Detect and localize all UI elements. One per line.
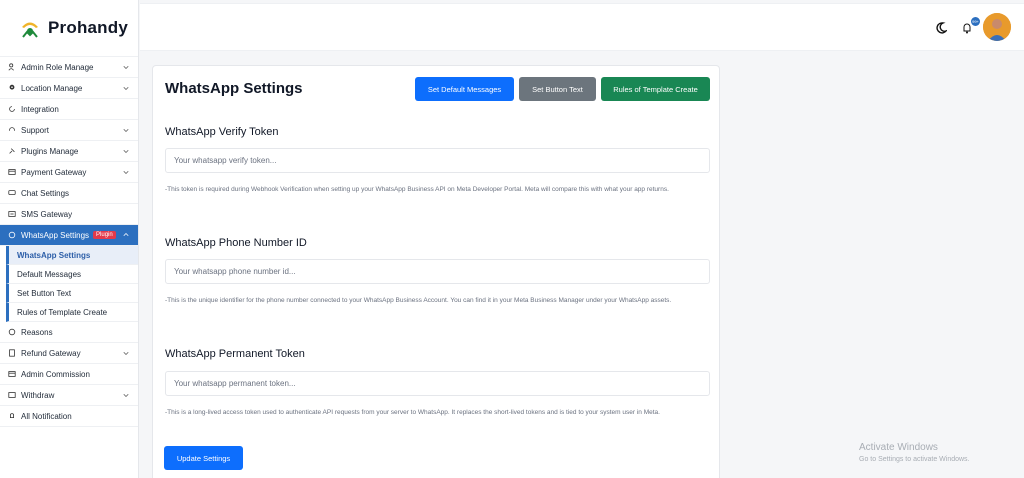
phone-number-id-input[interactable] <box>165 259 710 284</box>
sidebar-item-label: All Notification <box>21 411 72 421</box>
sidebar-item-label: Support <box>21 125 50 135</box>
plugin-badge: Plugin <box>93 231 116 240</box>
sidebar-item-all-notification[interactable]: All Notification <box>0 406 138 427</box>
sidebar-item-admin-role-manage[interactable]: Admin Role Manage <box>0 57 138 78</box>
sidebar-item-withdraw[interactable]: Withdraw <box>0 385 138 406</box>
topbar: 99+ <box>140 3 1024 51</box>
receipt-icon <box>7 349 16 358</box>
plug-icon <box>7 147 16 156</box>
wallet-icon <box>7 391 16 400</box>
whatsapp-icon <box>7 231 16 240</box>
sidebar-item-refund-gateway[interactable]: Refund Gateway <box>0 343 138 364</box>
sidebar-item-sms-gateway[interactable]: SMS Gateway <box>0 204 138 225</box>
notification-count-badge: 99+ <box>971 17 980 26</box>
sidebar-item-label: Withdraw <box>21 390 55 400</box>
subnav-item-rules-of-template-create[interactable]: Rules of Template Create <box>6 303 138 322</box>
set-button-text-button[interactable]: Set Button Text <box>519 77 596 101</box>
support-icon <box>7 126 16 135</box>
bell-icon <box>7 412 16 421</box>
sidebar-item-support[interactable]: Support <box>0 120 138 141</box>
permanent-token-help: -This is a long-lived access token used … <box>165 409 660 416</box>
phone-number-id-help: -This is the unique identifier for the p… <box>165 297 672 304</box>
chevron-down-icon <box>122 63 130 71</box>
permanent-token-input[interactable] <box>165 371 710 396</box>
whatsapp-settings-card: WhatsApp Settings Set Default Messages S… <box>152 65 720 478</box>
sidebar-item-label: Admin Role Manage <box>21 62 94 72</box>
sidebar-item-label: Reasons <box>21 327 53 337</box>
info-icon <box>7 328 16 337</box>
sidebar-item-label: Integration <box>21 104 59 114</box>
user-avatar-icon <box>983 13 1011 41</box>
activate-windows-title: Activate Windows <box>859 442 938 453</box>
sidebar-item-integration[interactable]: Integration <box>0 99 138 120</box>
card-icon <box>7 168 16 177</box>
chevron-down-icon <box>122 84 130 92</box>
dark-mode-toggle-icon[interactable] <box>935 22 947 34</box>
chevron-down-icon <box>122 168 130 176</box>
sidebar-item-label: Payment Gateway <box>21 167 87 177</box>
sidebar-item-plugins-manage[interactable]: Plugins Manage <box>0 141 138 162</box>
set-default-messages-button[interactable]: Set Default Messages <box>415 77 514 101</box>
chat-icon <box>7 189 16 198</box>
rules-of-template-create-button[interactable]: Rules of Template Create <box>601 77 710 101</box>
activate-windows-subtitle: Go to Settings to activate Windows. <box>859 456 970 463</box>
notification-bell-icon[interactable] <box>962 22 972 34</box>
prohandy-logo-icon <box>22 22 38 38</box>
message-icon <box>7 210 16 219</box>
sidebar-item-label: Location Manage <box>21 83 83 93</box>
phone-number-id-label: WhatsApp Phone Number ID <box>165 237 307 249</box>
verify-token-help: -This token is required during Webhook V… <box>165 186 669 193</box>
sidebar-item-label: SMS Gateway <box>21 209 73 219</box>
sidebar-item-label: Admin Commission <box>21 369 90 379</box>
sidebar-item-label: Chat Settings <box>21 188 70 198</box>
chevron-down-icon <box>122 126 130 134</box>
sidebar-item-label: Refund Gateway <box>21 348 81 358</box>
sidebar-item-location-manage[interactable]: Location Manage <box>0 78 138 99</box>
subnav-item-whatsapp-settings[interactable]: WhatsApp Settings <box>6 246 138 265</box>
users-icon <box>7 63 16 72</box>
page-title: WhatsApp Settings <box>165 80 303 97</box>
sidebar-item-label: WhatsApp Settings <box>21 230 90 240</box>
location-icon <box>7 84 16 93</box>
sidebar-item-payment-gateway[interactable]: Payment Gateway <box>0 162 138 183</box>
subnav-item-default-messages[interactable]: Default Messages <box>6 265 138 284</box>
verify-token-input[interactable] <box>165 148 710 173</box>
sidebar-item-reasons[interactable]: Reasons <box>0 322 138 343</box>
chevron-down-icon <box>122 391 130 399</box>
update-settings-button[interactable]: Update Settings <box>164 446 243 470</box>
chevron-down-icon <box>122 349 130 357</box>
sidebar-nav: Admin Role Manage Location Manage Integr… <box>0 57 138 427</box>
sidebar-item-whatsapp-settings[interactable]: WhatsApp Settings Plugin <box>0 225 138 246</box>
card-icon <box>7 370 16 379</box>
sidebar-item-admin-commission[interactable]: Admin Commission <box>0 364 138 385</box>
subnav-item-set-button-text[interactable]: Set Button Text <box>6 284 138 303</box>
avatar[interactable] <box>983 13 1011 41</box>
refresh-icon <box>7 105 16 114</box>
sidebar-item-label: Plugins Manage <box>21 146 79 156</box>
sidebar: Prohandy Admin Role Manage Location Mana… <box>0 0 139 478</box>
brand[interactable]: Prohandy <box>0 0 138 57</box>
brand-name: Prohandy <box>48 18 129 37</box>
sidebar-item-chat-settings[interactable]: Chat Settings <box>0 183 138 204</box>
chevron-up-icon <box>122 231 130 239</box>
permanent-token-label: WhatsApp Permanent Token <box>165 348 305 360</box>
verify-token-label: WhatsApp Verify Token <box>165 126 279 138</box>
chevron-down-icon <box>122 147 130 155</box>
